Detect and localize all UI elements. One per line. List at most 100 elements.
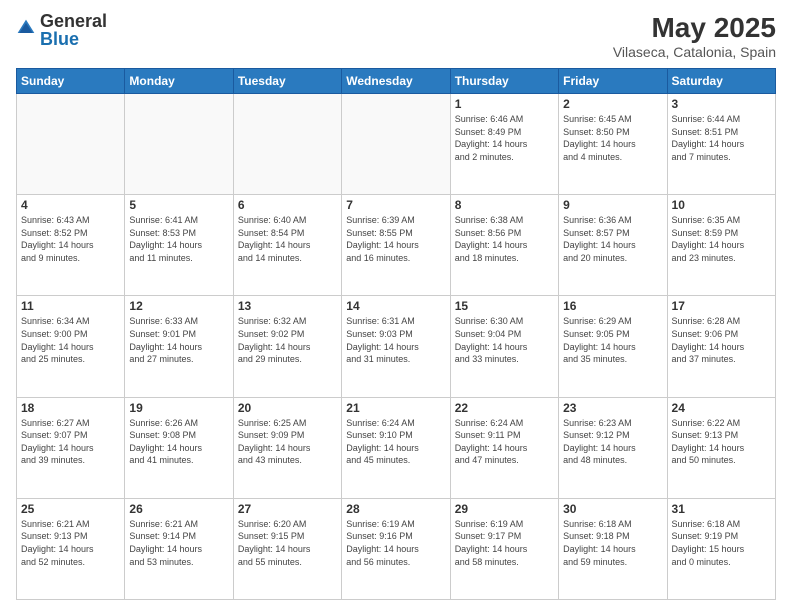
calendar-cell-w4-d5: 22 Sunrise: 6:24 AM Sunset: 9:11 PM Dayli… [450,397,558,498]
calendar-cell-w4-d3: 20 Sunrise: 6:25 AM Sunset: 9:09 PM Dayli… [233,397,341,498]
day-number-11: 11 [21,299,120,313]
week-row-1: 1 Sunrise: 6:46 AM Sunset: 8:49 PM Daylig… [17,94,776,195]
day-number-1: 1 [455,97,554,111]
calendar-cell-w4-d1: 18Sunrise: 6:27 AM Sunset: 9:07 PM Dayli… [17,397,125,498]
calendar-cell-w3-d7: 17 Sunrise: 6:28 AM Sunset: 9:06 PM Dayli… [667,296,775,397]
day-number-29: 29 [455,502,554,516]
day-info-13: Sunrise: 6:32 AM Sunset: 9:02 PM Dayligh… [238,315,337,365]
day-info-18: Sunrise: 6:27 AM Sunset: 9:07 PM Dayligh… [21,417,120,467]
day-info-21: Sunrise: 6:24 AM Sunset: 9:10 PM Dayligh… [346,417,445,467]
page: General Blue May 2025 Vilaseca, Cataloni… [0,0,792,612]
calendar-cell-w1-d4 [342,94,450,195]
logo-icon [16,18,36,38]
header: General Blue May 2025 Vilaseca, Cataloni… [16,12,776,60]
week-row-2: 4 Sunrise: 6:43 AM Sunset: 8:52 PM Daylig… [17,195,776,296]
day-info-6: Sunrise: 6:40 AM Sunset: 8:54 PM Dayligh… [238,214,337,264]
day-info-14: Sunrise: 6:31 AM Sunset: 9:03 PM Dayligh… [346,315,445,365]
day-number-17: 17 [672,299,771,313]
day-info-9: Sunrise: 6:36 AM Sunset: 8:57 PM Dayligh… [563,214,662,264]
day-info-24: Sunrise: 6:22 AM Sunset: 9:13 PM Dayligh… [672,417,771,467]
calendar-table: Sunday Monday Tuesday Wednesday Thursday… [16,68,776,600]
day-number-9: 9 [563,198,662,212]
day-number-24: 24 [672,401,771,415]
header-saturday: Saturday [667,69,775,94]
day-number-28: 28 [346,502,445,516]
day-number-25: 25 [21,502,120,516]
calendar-cell-w3-d4: 14 Sunrise: 6:31 AM Sunset: 9:03 PM Dayli… [342,296,450,397]
week-row-4: 18Sunrise: 6:27 AM Sunset: 9:07 PM Dayli… [17,397,776,498]
calendar-cell-w1-d6: 2 Sunrise: 6:45 AM Sunset: 8:50 PM Daylig… [559,94,667,195]
calendar-cell-w5-d6: 30 Sunrise: 6:18 AM Sunset: 9:18 PM Dayli… [559,498,667,599]
calendar-cell-w3-d1: 11 Sunrise: 6:34 AM Sunset: 9:00 PM Dayli… [17,296,125,397]
calendar-cell-w1-d5: 1 Sunrise: 6:46 AM Sunset: 8:49 PM Daylig… [450,94,558,195]
day-info-5: Sunrise: 6:41 AM Sunset: 8:53 PM Dayligh… [129,214,228,264]
day-info-7: Sunrise: 6:39 AM Sunset: 8:55 PM Dayligh… [346,214,445,264]
weekday-header-row: Sunday Monday Tuesday Wednesday Thursday… [17,69,776,94]
day-number-16: 16 [563,299,662,313]
day-info-29: Sunrise: 6:19 AM Sunset: 9:17 PM Dayligh… [455,518,554,568]
day-info-1: Sunrise: 6:46 AM Sunset: 8:49 PM Dayligh… [455,113,554,163]
day-number-13: 13 [238,299,337,313]
calendar-cell-w4-d7: 24 Sunrise: 6:22 AM Sunset: 9:13 PM Dayli… [667,397,775,498]
header-thursday: Thursday [450,69,558,94]
calendar-cell-w2-d4: 7 Sunrise: 6:39 AM Sunset: 8:55 PM Daylig… [342,195,450,296]
day-info-20: Sunrise: 6:25 AM Sunset: 9:09 PM Dayligh… [238,417,337,467]
calendar-cell-w5-d7: 31Sunrise: 6:18 AM Sunset: 9:19 PM Dayli… [667,498,775,599]
day-number-20: 20 [238,401,337,415]
day-number-10: 10 [672,198,771,212]
calendar-cell-w4-d6: 23Sunrise: 6:23 AM Sunset: 9:12 PM Dayli… [559,397,667,498]
day-info-22: Sunrise: 6:24 AM Sunset: 9:11 PM Dayligh… [455,417,554,467]
header-sunday: Sunday [17,69,125,94]
day-number-15: 15 [455,299,554,313]
day-info-4: Sunrise: 6:43 AM Sunset: 8:52 PM Dayligh… [21,214,120,264]
day-info-2: Sunrise: 6:45 AM Sunset: 8:50 PM Dayligh… [563,113,662,163]
day-info-23: Sunrise: 6:23 AM Sunset: 9:12 PM Dayligh… [563,417,662,467]
day-info-16: Sunrise: 6:29 AM Sunset: 9:05 PM Dayligh… [563,315,662,365]
header-wednesday: Wednesday [342,69,450,94]
day-info-15: Sunrise: 6:30 AM Sunset: 9:04 PM Dayligh… [455,315,554,365]
day-info-31: Sunrise: 6:18 AM Sunset: 9:19 PM Dayligh… [672,518,771,568]
calendar-cell-w1-d7: 3Sunrise: 6:44 AM Sunset: 8:51 PM Daylig… [667,94,775,195]
day-number-26: 26 [129,502,228,516]
day-number-19: 19 [129,401,228,415]
day-number-27: 27 [238,502,337,516]
day-number-5: 5 [129,198,228,212]
month-title: May 2025 [613,12,776,44]
calendar-cell-w3-d3: 13 Sunrise: 6:32 AM Sunset: 9:02 PM Dayli… [233,296,341,397]
day-number-12: 12 [129,299,228,313]
day-info-30: Sunrise: 6:18 AM Sunset: 9:18 PM Dayligh… [563,518,662,568]
logo-blue-text: Blue [40,30,107,48]
day-info-27: Sunrise: 6:20 AM Sunset: 9:15 PM Dayligh… [238,518,337,568]
day-number-14: 14 [346,299,445,313]
calendar-cell-w5-d4: 28 Sunrise: 6:19 AM Sunset: 9:16 PM Dayli… [342,498,450,599]
day-number-6: 6 [238,198,337,212]
calendar-cell-w1-d3 [233,94,341,195]
calendar-cell-w3-d5: 15 Sunrise: 6:30 AM Sunset: 9:04 PM Dayli… [450,296,558,397]
day-info-25: Sunrise: 6:21 AM Sunset: 9:13 PM Dayligh… [21,518,120,568]
day-info-19: Sunrise: 6:26 AM Sunset: 9:08 PM Dayligh… [129,417,228,467]
calendar-cell-w2-d6: 9 Sunrise: 6:36 AM Sunset: 8:57 PM Daylig… [559,195,667,296]
logo-text: General Blue [40,12,107,48]
calendar-cell-w3-d2: 12 Sunrise: 6:33 AM Sunset: 9:01 PM Dayli… [125,296,233,397]
day-info-28: Sunrise: 6:19 AM Sunset: 9:16 PM Dayligh… [346,518,445,568]
day-number-7: 7 [346,198,445,212]
week-row-3: 11 Sunrise: 6:34 AM Sunset: 9:00 PM Dayli… [17,296,776,397]
calendar-cell-w5-d1: 25 Sunrise: 6:21 AM Sunset: 9:13 PM Dayli… [17,498,125,599]
header-monday: Monday [125,69,233,94]
day-number-22: 22 [455,401,554,415]
title-section: May 2025 Vilaseca, Catalonia, Spain [613,12,776,60]
day-info-17: Sunrise: 6:28 AM Sunset: 9:06 PM Dayligh… [672,315,771,365]
calendar-cell-w2-d1: 4 Sunrise: 6:43 AM Sunset: 8:52 PM Daylig… [17,195,125,296]
day-number-2: 2 [563,97,662,111]
day-info-12: Sunrise: 6:33 AM Sunset: 9:01 PM Dayligh… [129,315,228,365]
calendar-cell-w1-d1 [17,94,125,195]
day-number-3: 3 [672,97,771,111]
day-number-4: 4 [21,198,120,212]
day-info-26: Sunrise: 6:21 AM Sunset: 9:14 PM Dayligh… [129,518,228,568]
logo-general-text: General [40,12,107,30]
day-info-11: Sunrise: 6:34 AM Sunset: 9:00 PM Dayligh… [21,315,120,365]
day-info-10: Sunrise: 6:35 AM Sunset: 8:59 PM Dayligh… [672,214,771,264]
calendar-cell-w2-d2: 5 Sunrise: 6:41 AM Sunset: 8:53 PM Daylig… [125,195,233,296]
day-number-30: 30 [563,502,662,516]
week-row-5: 25 Sunrise: 6:21 AM Sunset: 9:13 PM Dayli… [17,498,776,599]
